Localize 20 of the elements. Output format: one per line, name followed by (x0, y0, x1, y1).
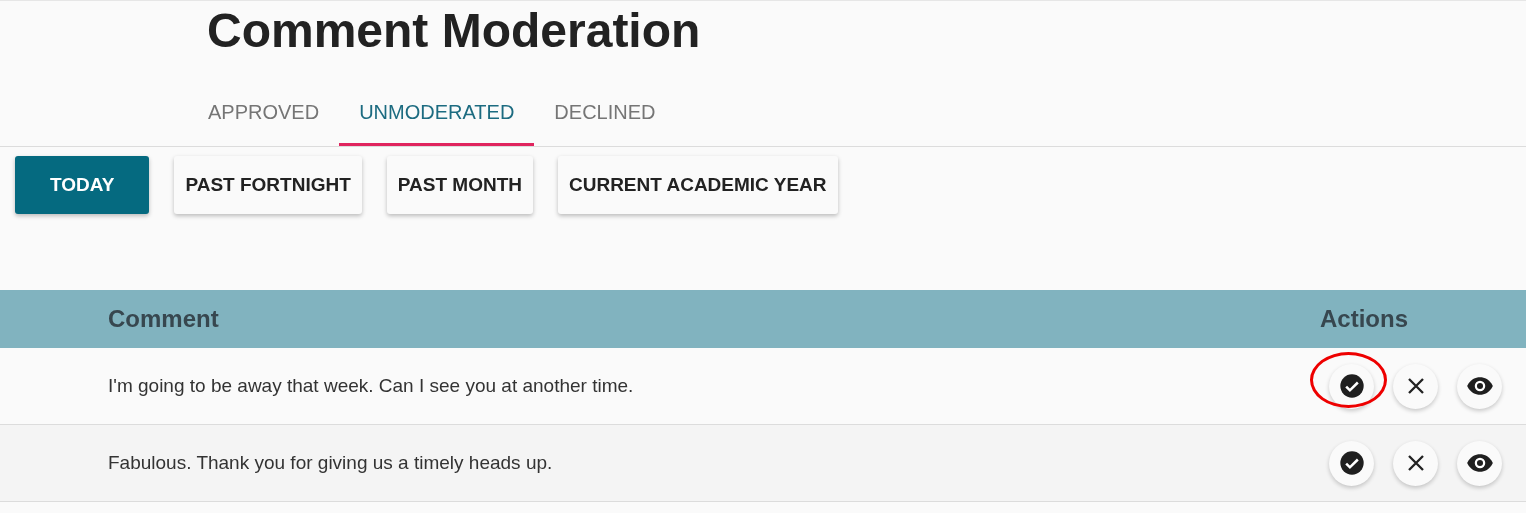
comment-text: I'm going to be away that week. Can I see you at another time. (107, 375, 635, 397)
tab[interactable]: UNMODERATED (339, 71, 535, 146)
filter-button[interactable]: PAST FORTNIGHT (174, 156, 362, 214)
filter-button[interactable]: PAST MONTH (386, 156, 533, 214)
comment-text: Fabulous. Thank you for giving us a timely heads up. (107, 452, 554, 474)
decline-button[interactable] (1393, 363, 1438, 409)
column-header: Actions (1320, 305, 1409, 333)
filter-button[interactable]: TODAY (15, 156, 150, 214)
approve-button[interactable] (1329, 440, 1374, 486)
check-circle-icon (1337, 372, 1366, 400)
page-title: Comment Moderation (206, 3, 702, 59)
tab[interactable]: APPROVED (208, 71, 340, 146)
tab[interactable]: DECLINED (534, 71, 676, 146)
filter-button[interactable]: CURRENT ACADEMIC YEAR (558, 156, 838, 214)
view-button[interactable] (1457, 363, 1502, 409)
decline-button[interactable] (1393, 440, 1438, 486)
view-button[interactable] (1457, 440, 1502, 486)
approve-button[interactable] (1329, 363, 1374, 409)
column-header: Comment (107, 305, 220, 333)
check-circle-icon (1337, 449, 1366, 477)
